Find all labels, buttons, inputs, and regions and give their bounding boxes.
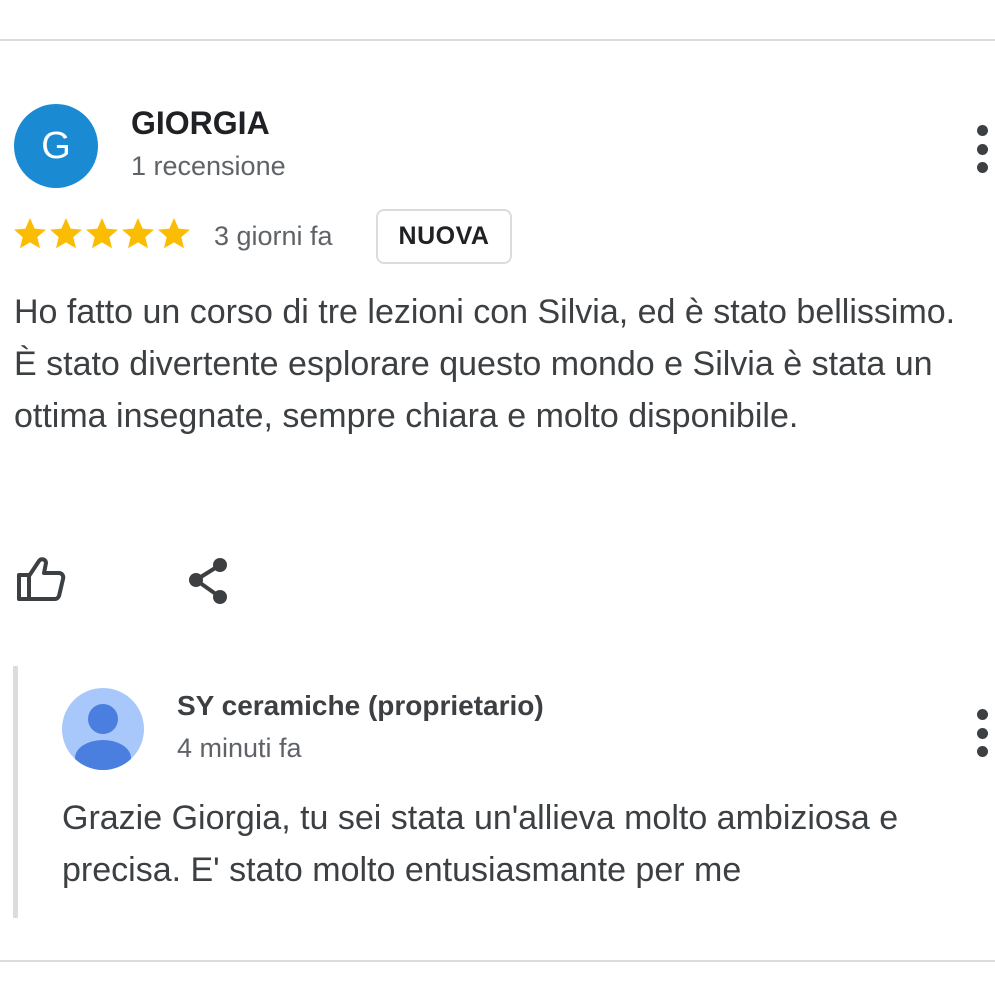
star-icon [158, 218, 190, 249]
star-icon [14, 218, 46, 249]
review-text: Ho fatto un corso di tre lezioni con Sil… [14, 293, 956, 435]
top-divider [0, 39, 995, 41]
owner-reply-indent-bar [13, 666, 18, 918]
review-date: 3 giorni fa [214, 221, 333, 251]
star-icon [86, 218, 118, 249]
owner-avatar [62, 688, 144, 770]
more-vert-icon [976, 709, 988, 720]
more-vert-icon-dot [976, 727, 988, 739]
owner-reply-date: 4 minuti fa [177, 733, 302, 763]
review-more-options-button[interactable] [967, 125, 995, 173]
reviewer-name[interactable]: GIORGIA [131, 105, 270, 142]
owner-reply-text: Grazie Giorgia, tu sei stata un'allieva … [62, 799, 899, 889]
more-vert-icon-dot [976, 143, 988, 155]
star-icon [50, 218, 82, 249]
thumb-up-icon [17, 557, 66, 601]
reviewer-review-count: 1 recensione [131, 151, 286, 181]
bottom-divider [0, 960, 995, 962]
reviewer-avatar[interactable]: G [14, 104, 98, 188]
more-vert-icon [976, 125, 988, 136]
new-badge: NUOVA [376, 209, 512, 264]
share-button[interactable] [184, 557, 232, 605]
person-icon [75, 704, 131, 770]
more-vert-icon-dot [976, 162, 988, 173]
star-rating [12, 216, 192, 252]
like-button[interactable] [15, 555, 69, 603]
more-vert-icon-dot [976, 746, 988, 757]
star-icon [122, 218, 154, 249]
reply-more-options-button[interactable] [967, 709, 995, 757]
owner-name: SY ceramiche (proprietario) [177, 690, 544, 721]
share-icon [189, 558, 227, 604]
